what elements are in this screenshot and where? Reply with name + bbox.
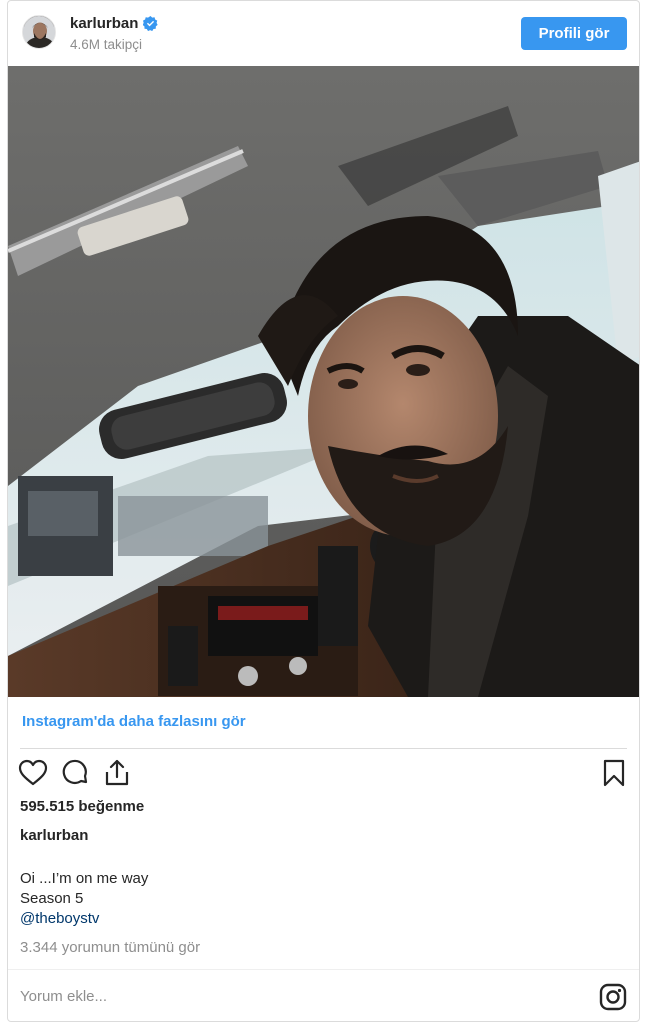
share-icon[interactable]: [102, 758, 132, 788]
caption-text: Oi ...I’m on me way Season 5 @theboystv: [20, 869, 148, 929]
heart-icon[interactable]: [18, 758, 48, 788]
instagram-embed-card: karlurban 4.6M takipçi Profili gör Insta…: [7, 0, 640, 1022]
like-count[interactable]: 595.515 beğenme: [20, 798, 144, 815]
action-bar: [8, 756, 639, 792]
post-photo-image: [8, 66, 639, 697]
post-header: karlurban 4.6M takipçi Profili gör: [8, 1, 639, 65]
post-photo[interactable]: [8, 66, 639, 697]
comment-bubble-icon[interactable]: [60, 758, 90, 788]
header-username[interactable]: karlurban: [70, 15, 138, 32]
avatar[interactable]: [22, 15, 56, 49]
divider: [8, 969, 639, 970]
follower-count: 4.6M takipçi: [70, 37, 143, 52]
verified-badge-icon: [142, 16, 158, 32]
caption-username[interactable]: karlurban: [20, 827, 88, 844]
view-all-comments-link[interactable]: 3.344 yorumun tümünü gör: [20, 939, 200, 956]
add-comment-input[interactable]: [20, 979, 580, 1013]
divider: [20, 748, 627, 749]
caption-line: Oi ...I’m on me way: [20, 870, 149, 887]
instagram-logo-icon[interactable]: [599, 983, 627, 1011]
view-more-on-instagram-link[interactable]: Instagram'da daha fazlasını gör: [22, 713, 246, 730]
caption-line: Season 5: [20, 890, 84, 907]
username-row: karlurban: [70, 15, 158, 32]
view-profile-button[interactable]: Profili gör: [521, 17, 627, 50]
bookmark-icon[interactable]: [599, 758, 629, 788]
avatar-image: [23, 16, 55, 48]
mention-link[interactable]: @theboystv: [20, 910, 99, 927]
